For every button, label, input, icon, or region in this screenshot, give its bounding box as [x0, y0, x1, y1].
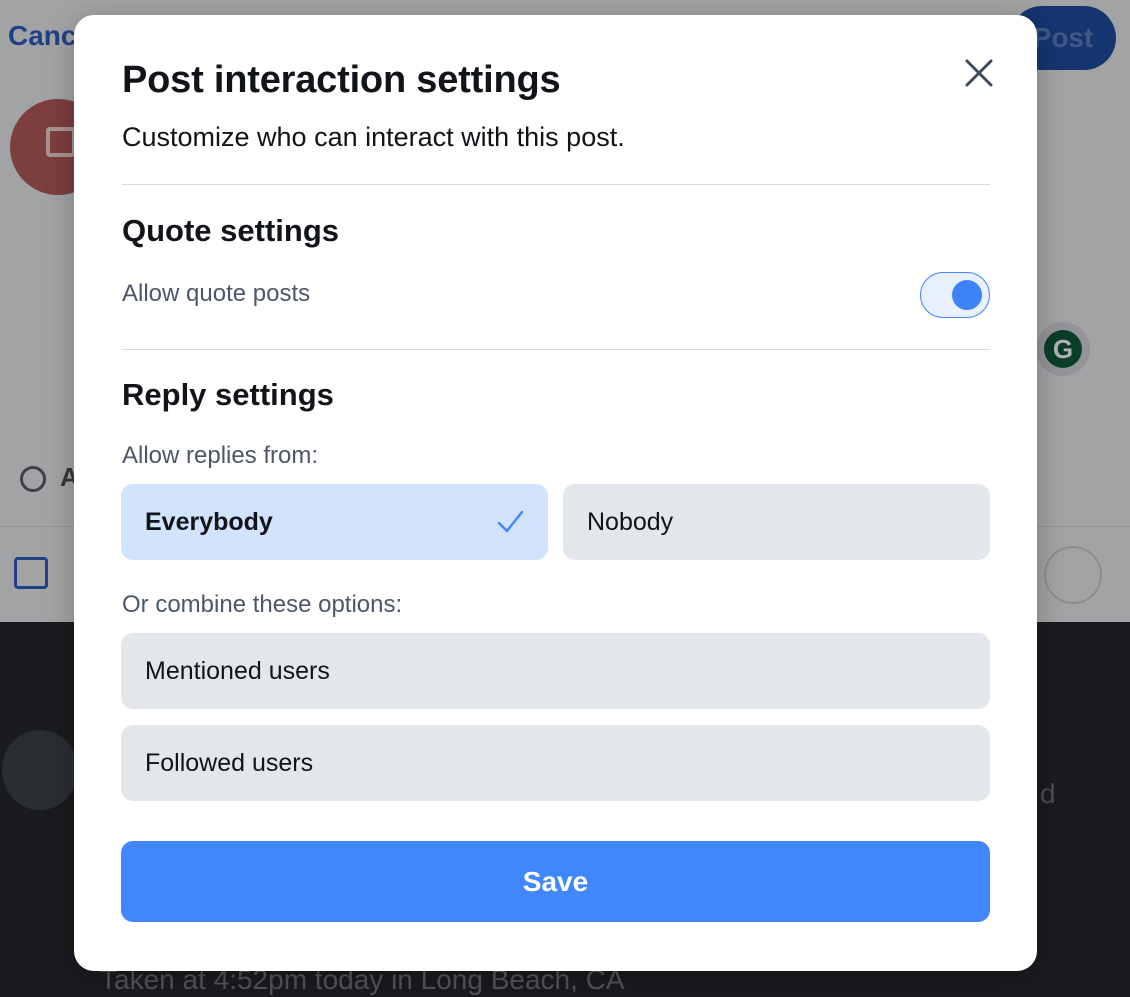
reply-option-mentioned-users[interactable]: Mentioned users [121, 633, 990, 709]
allow-quote-posts-toggle[interactable] [920, 272, 990, 318]
close-icon [965, 59, 993, 87]
divider [122, 349, 990, 350]
dialog-subtitle: Customize who can interact with this pos… [122, 122, 625, 152]
option-label: Followed users [145, 748, 314, 777]
checkmark-icon [496, 508, 524, 536]
reply-option-everybody[interactable]: Everybody [121, 484, 548, 560]
allow-replies-from-label: Allow replies from: [122, 442, 319, 469]
reply-settings-heading: Reply settings [122, 377, 334, 412]
quote-settings-heading: Quote settings [122, 213, 340, 248]
divider [122, 184, 990, 185]
toggle-knob [952, 280, 982, 310]
combine-options-label: Or combine these options: [122, 591, 403, 618]
allow-quote-posts-label: Allow quote posts [122, 280, 311, 307]
option-label: Everybody [145, 507, 273, 536]
reply-option-followed-users[interactable]: Followed users [121, 725, 990, 801]
reply-option-nobody[interactable]: Nobody [563, 484, 990, 560]
option-label: Nobody [587, 507, 674, 536]
interaction-settings-dialog: Post interaction settings Customize who … [74, 15, 1037, 971]
option-label: Mentioned users [145, 656, 330, 685]
close-button[interactable] [961, 55, 997, 91]
save-button[interactable]: Save [121, 841, 990, 922]
dialog-title: Post interaction settings [122, 59, 561, 101]
